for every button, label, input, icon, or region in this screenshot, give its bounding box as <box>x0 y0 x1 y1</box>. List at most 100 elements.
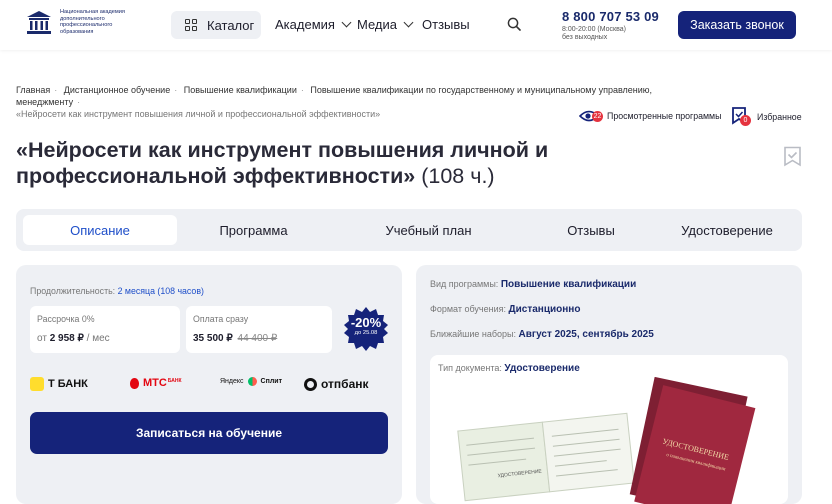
old-price: 44 400 ₽ <box>237 333 278 344</box>
info-label: Формат обучения: <box>430 304 506 314</box>
logo-line: образования <box>60 28 94 35</box>
program-type: Вид программы: Повышение квалификации <box>430 279 636 290</box>
document-type-value: Удостоверение <box>504 363 580 374</box>
program-hours: (108 ч.) <box>421 164 495 188</box>
mts-bank-logo: МТС БАНК <box>130 377 182 389</box>
pricing-card: Продолжительность: 2 месяца (108 часов) … <box>16 265 402 504</box>
nav-media[interactable]: Медиа <box>357 17 414 32</box>
bank-name: отпбанк <box>321 377 369 391</box>
otp-circle-icon <box>304 377 317 391</box>
info-label: Ближайшие наборы: <box>430 329 517 339</box>
viewed-programs-link[interactable]: 22 Просмотренные программы <box>578 109 722 123</box>
page-title: «Нейросети как инструмент повышения личн… <box>16 137 576 189</box>
order-call-button[interactable]: Заказать звонок <box>678 11 796 39</box>
breadcrumb-separator: · <box>174 85 178 95</box>
add-to-favorites-icon[interactable] <box>783 146 802 167</box>
installment-value: 2 958 ₽ <box>49 333 84 344</box>
full-payment-box: Оплата сразу 35 500 ₽ 44 400 ₽ <box>186 306 332 353</box>
split-circle-icon <box>247 377 257 386</box>
duration-label: Продолжительность: <box>30 286 116 296</box>
nav-label: Отзывы <box>422 17 470 32</box>
viewed-label: Просмотренные программы <box>607 111 722 121</box>
partner-banks: Т БАНК МТС БАНК Яндекс Сплит отпбанк <box>30 377 388 393</box>
logo-line: профессионального <box>60 22 113 29</box>
tab-curriculum[interactable]: Учебный план <box>356 215 501 245</box>
breadcrumb-current: «Нейросети как инструмент повышения личн… <box>16 109 381 119</box>
document-card: Тип документа: Удостоверение УДОСТОВЕРЕН… <box>430 355 788 504</box>
info-value: Август 2025, сентябрь 2025 <box>518 329 654 340</box>
favorites-count-badge: 0 <box>740 115 751 126</box>
bank-name: Т БАНК <box>48 378 88 390</box>
installment-price: от 2 958 ₽ / мес <box>37 333 110 344</box>
academy-name: Национальная академия дополнительного пр… <box>60 9 140 35</box>
program-info-card: Вид программы: Повышение квалификации Фо… <box>416 265 802 504</box>
tab-description[interactable]: Описание <box>23 215 177 245</box>
tab-certificate[interactable]: Удостоверение <box>666 215 788 245</box>
full-payment-price: 35 500 ₽ 44 400 ₽ <box>193 333 277 344</box>
favorites-label: Избранное <box>757 112 802 122</box>
chevron-down-icon <box>403 17 414 28</box>
catalog-button[interactable]: Каталог <box>171 11 261 39</box>
full-payment-label: Оплата сразу <box>193 314 249 324</box>
duration: Продолжительность: 2 месяца (108 часов) <box>30 286 204 296</box>
phone-block[interactable]: 8 800 707 53 09 8:00-20:00 (Москва) без … <box>562 9 659 42</box>
logo-line: Национальная академия <box>60 9 125 15</box>
nav-reviews[interactable]: Отзывы <box>422 17 470 32</box>
favorites-link[interactable]: 0 Избранное <box>731 107 802 126</box>
next-intakes: Ближайшие наборы: Август 2025, сентябрь … <box>430 329 654 340</box>
mts-egg-icon <box>130 377 139 389</box>
tab-program[interactable]: Программа <box>181 215 326 245</box>
info-value: Повышение квалификации <box>500 279 637 290</box>
breadcrumb-separator: · <box>300 85 304 95</box>
installment-box: Рассрочка 0% от 2 958 ₽ / мес <box>30 306 180 353</box>
breadcrumb-distance[interactable]: Дистанционное обучение <box>64 85 170 95</box>
eye-icon-wrap: 22 <box>578 109 603 123</box>
otp-bank-logo: отпбанк <box>304 377 369 391</box>
breadcrumb-qualification[interactable]: Повышение квалификации <box>184 85 297 95</box>
favorites-icon-wrap: 0 <box>731 107 751 126</box>
phone-days: без выходных <box>562 34 608 41</box>
study-format: Формат обучения: Дистанционно <box>430 304 580 315</box>
full-price: 35 500 ₽ <box>193 333 233 344</box>
tbank-shield-icon <box>30 377 44 391</box>
installment-suffix: / мес <box>86 333 110 344</box>
catalog-label: Каталог <box>207 17 255 33</box>
discount-date: до 25.08 <box>354 330 378 336</box>
phone-hours: 8:00-20:00 (Москва) <box>562 26 626 33</box>
site-header: Национальная академия дополнительного пр… <box>0 0 832 50</box>
info-label: Вид программы: <box>430 279 499 289</box>
breadcrumb-separator: · <box>77 97 81 107</box>
phone-number[interactable]: 8 800 707 53 09 <box>562 9 659 24</box>
tbank-logo: Т БАНК <box>30 377 88 391</box>
chevron-down-icon <box>341 17 352 28</box>
breadcrumb-separator: · <box>54 85 58 95</box>
nav-label: Медиа <box>357 17 397 32</box>
enroll-button[interactable]: Записаться на обучение <box>30 412 388 454</box>
document-type: Тип документа: Удостоверение <box>438 363 580 374</box>
nav-academy[interactable]: Академия <box>275 17 352 32</box>
tab-reviews[interactable]: Отзывы <box>536 215 646 245</box>
document-type-label: Тип документа: <box>438 363 502 373</box>
installment-label: Рассрочка 0% <box>37 314 95 324</box>
bank-name: МТС <box>143 377 167 389</box>
bank-name-suffix: БАНК <box>167 377 182 384</box>
breadcrumb-home[interactable]: Главная <box>16 85 50 95</box>
program-tabs: Описание Программа Учебный план Отзывы У… <box>16 209 802 251</box>
bank-name-suffix: Сплит <box>260 378 283 385</box>
grid-icon <box>185 19 197 31</box>
search-icon[interactable] <box>507 17 521 31</box>
certificate-image: УДОСТОВЕРЕНИЕ УДОСТОВЕРЕНИЕ о повышении … <box>457 377 756 504</box>
installment-prefix: от <box>37 333 47 344</box>
discount-badge: -20% до 25.08 <box>343 306 389 352</box>
academy-logo[interactable]: Национальная академия дополнительного пр… <box>24 9 140 37</box>
info-value: Дистанционно <box>508 304 581 315</box>
duration-value: 2 месяца (108 часов) <box>117 286 204 296</box>
logo-line: дополнительного <box>60 15 105 22</box>
bank-name: Яндекс <box>220 378 244 385</box>
viewed-count-badge: 22 <box>592 111 603 122</box>
nav-label: Академия <box>275 17 335 32</box>
academy-emblem-icon <box>27 11 51 34</box>
discount-text: -20% до 25.08 <box>343 316 389 337</box>
yandex-split-logo: Яндекс Сплит <box>220 377 282 386</box>
discount-percent: -20% <box>350 315 382 330</box>
